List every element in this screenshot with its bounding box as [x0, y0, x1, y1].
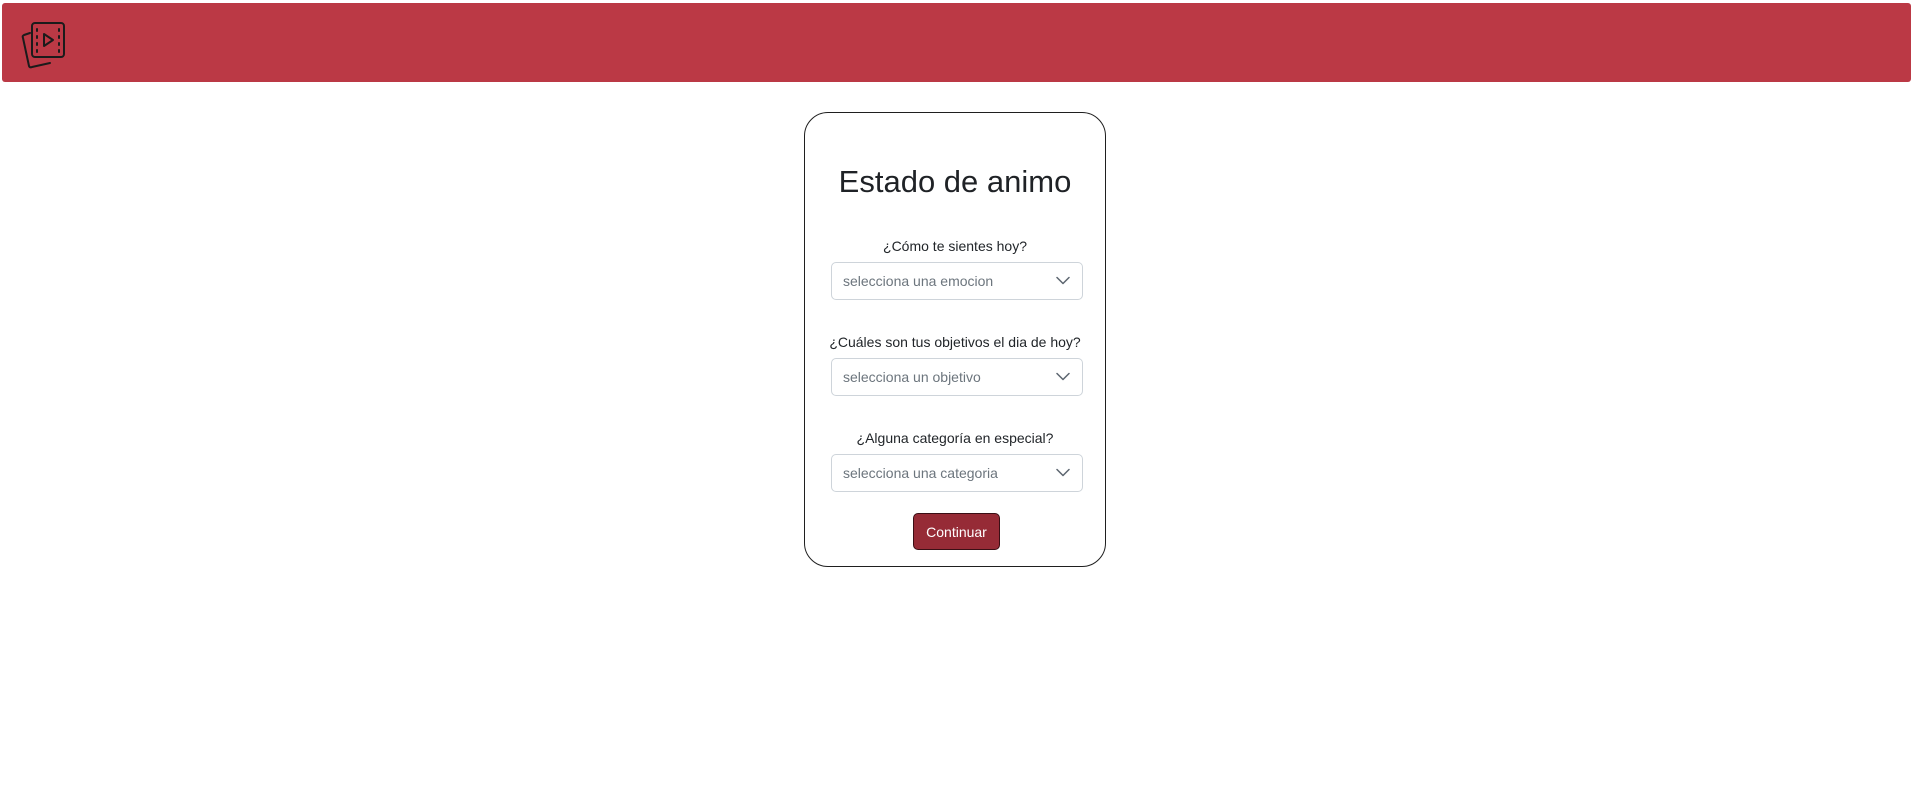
form-title: Estado de animo — [838, 164, 1072, 199]
chevron-down-icon — [1056, 468, 1070, 477]
emotion-select-placeholder: selecciona una emocion — [843, 273, 994, 289]
emotion-label: ¿Cómo te sientes hoy? — [883, 238, 1027, 254]
continue-button[interactable]: Continuar — [913, 513, 1000, 550]
objective-select-placeholder: selecciona un objetivo — [843, 369, 981, 385]
category-select-placeholder: selecciona una categoria — [843, 465, 998, 481]
mood-form-card: Estado de animo ¿Cómo te sientes hoy? se… — [804, 112, 1106, 567]
category-select[interactable]: selecciona una categoria — [831, 454, 1083, 492]
objective-select[interactable]: selecciona un objetivo — [831, 358, 1083, 396]
film-stack-icon[interactable] — [20, 21, 68, 71]
chevron-down-icon — [1056, 372, 1070, 381]
chevron-down-icon — [1056, 276, 1070, 285]
top-navbar — [2, 3, 1911, 82]
emotion-select[interactable]: selecciona una emocion — [831, 262, 1083, 300]
objective-label: ¿Cuáles son tus objetivos el dia de hoy? — [829, 334, 1081, 350]
category-label: ¿Alguna categoría en especial? — [856, 430, 1054, 446]
